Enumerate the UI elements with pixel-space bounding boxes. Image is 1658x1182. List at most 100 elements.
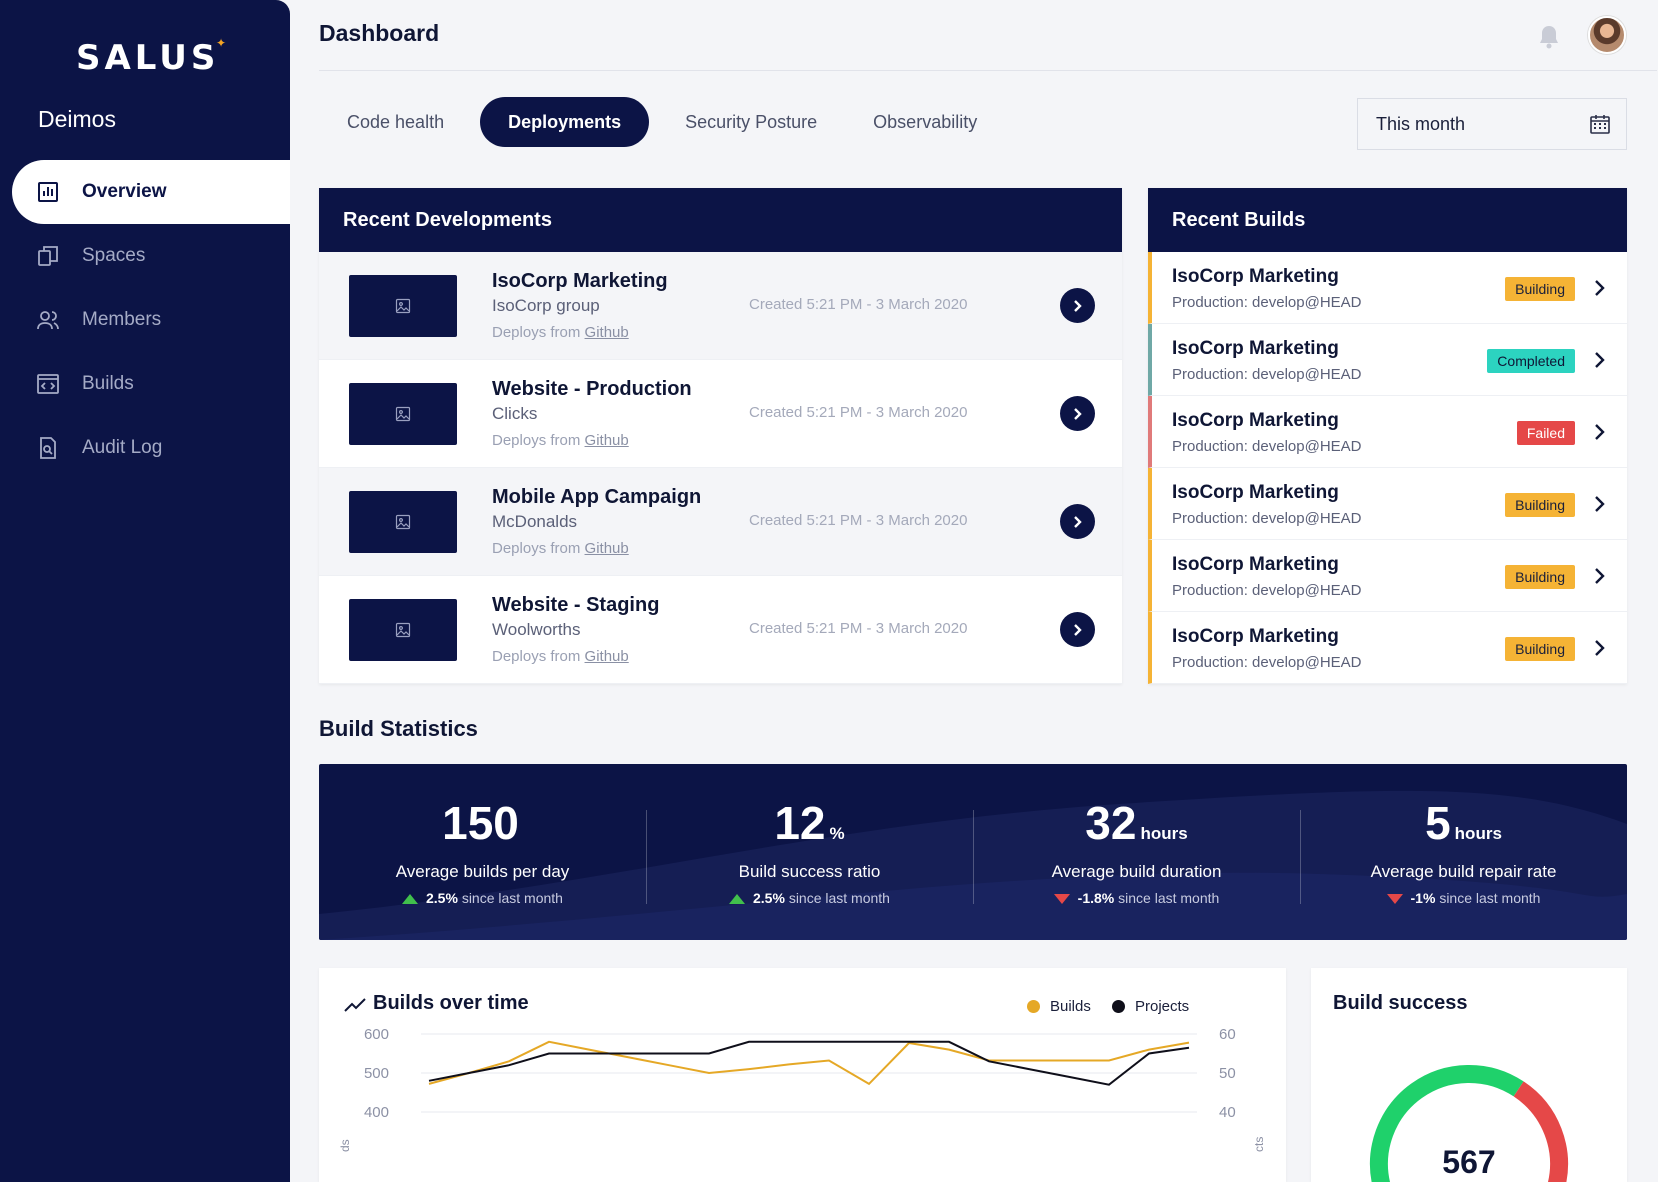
date-range-value: This month bbox=[1376, 113, 1466, 134]
deploys-from-label: Deploys from bbox=[492, 432, 581, 449]
build-branch: Production: develop@HEAD bbox=[1172, 366, 1362, 383]
y-right-tick: 40 bbox=[1219, 1104, 1236, 1121]
chevron-right-icon[interactable] bbox=[1593, 278, 1607, 298]
sidebar-item-builds[interactable]: Builds bbox=[0, 352, 290, 416]
page-title: Dashboard bbox=[319, 20, 440, 46]
stat-divider bbox=[646, 810, 647, 904]
sidebar-item-audit-log[interactable]: Audit Log bbox=[0, 416, 290, 480]
trend-down-icon bbox=[1053, 894, 1070, 904]
build-row[interactable]: IsoCorp Marketing Production: develop@HE… bbox=[1148, 540, 1627, 612]
image-placeholder-icon bbox=[395, 622, 411, 638]
y-left-tick: 600 bbox=[364, 1026, 389, 1043]
bell-icon[interactable] bbox=[1537, 24, 1561, 50]
image-placeholder-icon bbox=[395, 406, 411, 422]
chevron-right-icon[interactable] bbox=[1593, 422, 1607, 442]
sidebar-item-overview[interactable]: Overview bbox=[12, 160, 290, 224]
chevron-right-icon bbox=[1073, 623, 1082, 636]
calendar-icon bbox=[1590, 115, 1610, 134]
stat-divider bbox=[973, 810, 974, 904]
deployment-created: Created 5:21 PM - 3 March 2020 bbox=[749, 404, 968, 421]
chevron-right-icon[interactable] bbox=[1593, 494, 1607, 514]
legend-builds[interactable]: Builds bbox=[1027, 998, 1091, 1015]
status-badge: Failed bbox=[1516, 421, 1575, 445]
stat-unit: % bbox=[829, 824, 845, 843]
deployment-thumbnail bbox=[349, 599, 457, 661]
tab-deployments[interactable]: Deployments bbox=[480, 97, 650, 147]
build-success-card: Build success 567 bbox=[1311, 968, 1627, 1182]
stat-delta-value: -1.8% bbox=[1077, 890, 1115, 906]
y-left-axis-label: ds bbox=[338, 1139, 352, 1152]
chevron-right-icon bbox=[1073, 299, 1082, 312]
chevron-right-icon[interactable] bbox=[1593, 566, 1607, 586]
legend-projects[interactable]: Projects bbox=[1112, 998, 1189, 1015]
build-row[interactable]: IsoCorp Marketing Production: develop@HE… bbox=[1148, 612, 1627, 684]
build-branch: Production: develop@HEAD bbox=[1172, 582, 1362, 599]
deployment-source: Deploys from Github bbox=[492, 648, 629, 665]
sidebar-item-members[interactable]: Members bbox=[0, 288, 290, 352]
trend-down-icon bbox=[1386, 894, 1403, 904]
workspace-name[interactable]: Deimos bbox=[38, 106, 116, 133]
chevron-right-icon bbox=[1073, 407, 1082, 420]
deployment-row[interactable]: Website - Staging Woolworths Deploys fro… bbox=[319, 576, 1122, 684]
avatar[interactable] bbox=[1588, 16, 1626, 54]
stat-delta-value: 2.5% bbox=[426, 890, 458, 906]
date-range-select[interactable]: This month bbox=[1357, 98, 1627, 150]
members-icon bbox=[37, 311, 59, 330]
build-title: IsoCorp Marketing bbox=[1172, 266, 1339, 287]
sidebar-item-label: Builds bbox=[82, 373, 134, 394]
stat-delta: 2.5% since last month bbox=[646, 890, 973, 906]
stat-item: 12% Build success ratio 2.5% since last … bbox=[646, 764, 973, 940]
recent-builds-title: Recent Builds bbox=[1148, 188, 1627, 252]
open-deployment-button[interactable] bbox=[1060, 288, 1095, 323]
builds-over-time-card: Builds over time Builds Projects 600 500 4… bbox=[319, 968, 1286, 1182]
deployment-created: Created 5:21 PM - 3 March 2020 bbox=[749, 620, 968, 637]
stat-delta-value: 2.5% bbox=[753, 890, 785, 906]
deploys-from-label: Deploys from bbox=[492, 324, 581, 341]
sidebar-item-label: Overview bbox=[82, 181, 167, 202]
github-link[interactable]: Github bbox=[585, 324, 629, 341]
tab-security-posture[interactable]: Security Posture bbox=[657, 97, 845, 147]
github-link[interactable]: Github bbox=[585, 432, 629, 449]
build-row[interactable]: IsoCorp Marketing Production: develop@HE… bbox=[1148, 324, 1627, 396]
deployment-row[interactable]: Website - Production Clicks Deploys from… bbox=[319, 360, 1122, 468]
y-right-axis-label: cts bbox=[1252, 1137, 1266, 1152]
chevron-right-icon[interactable] bbox=[1593, 350, 1607, 370]
deployment-row[interactable]: Mobile App Campaign McDonalds Deploys fr… bbox=[319, 468, 1122, 576]
salus-logo[interactable]: SALUS bbox=[76, 38, 219, 78]
open-deployment-button[interactable] bbox=[1060, 612, 1095, 647]
status-badge: Completed bbox=[1487, 349, 1575, 373]
stat-value: 150 bbox=[319, 796, 646, 850]
open-deployment-button[interactable] bbox=[1060, 396, 1095, 431]
sidebar-item-spaces[interactable]: Spaces bbox=[0, 224, 290, 288]
stat-delta-suffix: since last month bbox=[1118, 890, 1220, 906]
build-statistics-title: Build Statistics bbox=[319, 716, 478, 741]
sidebar-item-label: Members bbox=[82, 309, 162, 330]
sidebar-nav: Overview Spaces Members Builds Audit Log bbox=[0, 160, 290, 480]
tab-code-health[interactable]: Code health bbox=[319, 97, 472, 147]
y-right-tick: 50 bbox=[1219, 1065, 1236, 1082]
line-chart: 600 500 400 60 50 40 ds cts bbox=[338, 1026, 1266, 1152]
status-badge: Building bbox=[1505, 277, 1575, 301]
deployment-thumbnail bbox=[349, 275, 457, 337]
trend-up-icon bbox=[402, 894, 418, 904]
build-row[interactable]: IsoCorp Marketing Production: develop@HE… bbox=[1148, 468, 1627, 540]
github-link[interactable]: Github bbox=[585, 648, 629, 665]
build-title: IsoCorp Marketing bbox=[1172, 338, 1339, 359]
y-left-tick: 400 bbox=[364, 1104, 389, 1121]
chevron-right-icon bbox=[1073, 515, 1082, 528]
build-row[interactable]: IsoCorp Marketing Production: develop@HE… bbox=[1148, 252, 1627, 324]
deployment-row[interactable]: IsoCorp Marketing IsoCorp group Deploys … bbox=[319, 252, 1122, 360]
stat-number: 5 bbox=[1425, 797, 1451, 849]
build-statistics-panel: 150 Average builds per day 2.5% since la… bbox=[319, 764, 1627, 940]
build-title: IsoCorp Marketing bbox=[1172, 482, 1339, 503]
open-deployment-button[interactable] bbox=[1060, 504, 1095, 539]
stat-label: Average builds per day bbox=[395, 862, 570, 881]
spaces-icon bbox=[38, 246, 58, 266]
build-row[interactable]: IsoCorp Marketing Production: develop@HE… bbox=[1148, 396, 1627, 468]
chevron-right-icon[interactable] bbox=[1593, 638, 1607, 658]
deployment-source: Deploys from Github bbox=[492, 432, 629, 449]
github-link[interactable]: Github bbox=[585, 540, 629, 557]
deployment-created: Created 5:21 PM - 3 March 2020 bbox=[749, 512, 968, 529]
tab-observability[interactable]: Observability bbox=[845, 97, 1005, 147]
deployment-title: IsoCorp Marketing bbox=[492, 270, 668, 292]
